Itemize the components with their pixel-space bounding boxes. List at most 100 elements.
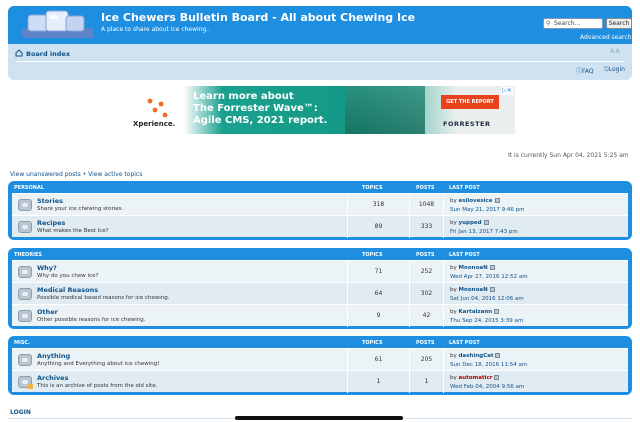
forum-title[interactable]: Other bbox=[37, 308, 58, 316]
breadcrumb-board-index[interactable]: Board index bbox=[26, 50, 70, 58]
ad-brand-left: Xperience. bbox=[133, 120, 176, 128]
by-label: by bbox=[450, 375, 457, 381]
forum-title[interactable]: Archives bbox=[37, 374, 68, 382]
forum-read-icon bbox=[18, 310, 32, 322]
login-link[interactable]: ⎋Login bbox=[604, 66, 625, 74]
username-link[interactable]: MnonoaN bbox=[459, 287, 488, 293]
topics-count: 61 bbox=[347, 349, 409, 371]
forum-category: PERSONAL TOPICS POSTS LAST POST Stories Share… bbox=[8, 181, 632, 240]
search-input[interactable]: ⚲ Search... bbox=[543, 18, 603, 29]
username-link[interactable]: Kartalzann bbox=[459, 309, 493, 315]
ad-brand-right: FORRESTER bbox=[443, 120, 491, 128]
topics-column-header: TOPICS bbox=[362, 252, 383, 258]
forum-row[interactable]: Recipes What makes the Best Ice? 89 333 by y… bbox=[12, 215, 628, 238]
last-post-date: Sun Dec 18, 2016 11:54 am bbox=[450, 362, 528, 368]
forum-description: What makes the Best Ice? bbox=[37, 228, 109, 234]
forum-read-icon bbox=[18, 266, 32, 278]
topics-count: 1 bbox=[347, 371, 409, 393]
forum-read-icon bbox=[18, 288, 32, 300]
search-button[interactable]: Search bbox=[606, 18, 632, 29]
forum-title[interactable]: Why? bbox=[37, 264, 57, 272]
advanced-search-link[interactable]: Advanced search bbox=[580, 34, 631, 41]
search-icon: ⚲ bbox=[546, 20, 551, 27]
view-latest-post-icon[interactable] bbox=[495, 353, 501, 358]
forum-page: Ice Chewers Bulletin Board - All about C… bbox=[0, 0, 640, 422]
topics-count: 9 bbox=[347, 305, 409, 327]
category-title[interactable]: MISC. bbox=[14, 340, 30, 346]
font-size-control[interactable]: A A bbox=[609, 48, 621, 55]
faq-link[interactable]: ⓘFAQ bbox=[576, 66, 594, 75]
forum-row[interactable]: Medical Reasons Possible medical based re… bbox=[12, 282, 628, 305]
posts-count: 205 bbox=[409, 349, 443, 371]
forum-description: This is an archive of posts from the old… bbox=[37, 383, 158, 389]
username-link[interactable]: yupped bbox=[459, 220, 482, 226]
category-title[interactable]: PERSONAL bbox=[14, 185, 44, 191]
forum-category: THEORIES TOPICS POSTS LAST POST Why? Why do y… bbox=[8, 248, 632, 329]
forum-description: Anything and Everything about ice chewin… bbox=[37, 361, 160, 367]
last-post-date: Wed Apr 27, 2016 12:52 am bbox=[450, 274, 528, 280]
view-latest-post-icon[interactable] bbox=[494, 198, 500, 203]
forum-category: MISC. TOPICS POSTS LAST POST Anything Anythin… bbox=[8, 336, 632, 395]
unanswered-posts-link[interactable]: View unanswered posts bbox=[10, 171, 81, 178]
posts-count: 1048 bbox=[409, 194, 443, 216]
home-indicator bbox=[235, 416, 403, 420]
forum-title[interactable]: Recipes bbox=[37, 219, 65, 227]
forum-title[interactable]: Medical Reasons bbox=[37, 286, 98, 294]
last-post-cell: by MnonoaN Wed Apr 27, 2016 12:52 am bbox=[443, 261, 628, 283]
ad-close-icon[interactable]: ▷✕ bbox=[501, 87, 513, 95]
last-post-column-header: LAST POST bbox=[449, 252, 480, 258]
site-title[interactable]: Ice Chewers Bulletin Board - All about C… bbox=[101, 11, 415, 24]
posts-count: 252 bbox=[409, 261, 443, 283]
navbar-divider bbox=[16, 61, 624, 62]
forum-read-icon bbox=[18, 199, 32, 211]
last-post-author: by dashingCat bbox=[450, 353, 501, 359]
login-label: Login bbox=[608, 66, 625, 73]
last-post-date: Fri Jan 13, 2017 7:43 pm bbox=[450, 229, 518, 235]
view-latest-post-icon[interactable] bbox=[494, 309, 500, 314]
footer-login-link[interactable]: LOGIN bbox=[10, 409, 31, 416]
username-link[interactable]: MnonoaN bbox=[459, 265, 488, 271]
view-latest-post-icon[interactable] bbox=[489, 287, 495, 292]
forum-description: Why do you chew ice? bbox=[37, 273, 99, 279]
site-logo-icon[interactable] bbox=[22, 9, 94, 39]
category-header: MISC. TOPICS POSTS LAST POST bbox=[12, 336, 628, 348]
by-label: by bbox=[450, 287, 457, 293]
category-title[interactable]: THEORIES bbox=[14, 252, 42, 258]
site-description: A place to share about ice chewing.. bbox=[101, 26, 211, 33]
username-link[interactable]: esilovesice bbox=[459, 198, 493, 204]
username-link[interactable]: dashingCat bbox=[459, 353, 494, 359]
site-header: Ice Chewers Bulletin Board - All about C… bbox=[8, 6, 632, 44]
username-link[interactable]: automaticr bbox=[459, 375, 493, 381]
view-latest-post-icon[interactable] bbox=[483, 220, 489, 225]
view-latest-post-icon[interactable] bbox=[494, 375, 500, 380]
forum-title[interactable]: Stories bbox=[37, 197, 63, 205]
posts-count: 1 bbox=[409, 371, 443, 393]
last-post-cell: by Kartalzann Thu Sep 24, 2015 3:39 am bbox=[443, 305, 628, 327]
last-post-date: Sun May 21, 2017 9:46 pm bbox=[450, 207, 525, 213]
view-latest-post-icon[interactable] bbox=[489, 265, 495, 270]
forum-row[interactable]: Archives This is an archive of posts from… bbox=[12, 370, 628, 393]
forum-description: Possible medical based reasons for ice c… bbox=[37, 295, 170, 301]
faq-label: FAQ bbox=[582, 68, 594, 75]
posts-column-header: POSTS bbox=[416, 340, 435, 346]
forum-read-icon bbox=[18, 354, 32, 366]
topics-count: 89 bbox=[347, 216, 409, 238]
forum-title[interactable]: Anything bbox=[37, 352, 70, 360]
forum-row[interactable]: Anything Anything and Everything about ic… bbox=[12, 348, 628, 371]
home-icon bbox=[15, 49, 23, 57]
forum-row[interactable]: Stories Share your ice chewing stories. 31… bbox=[12, 193, 628, 216]
navbar: Board index A A ⓘFAQ ⎋Login bbox=[8, 44, 632, 80]
last-post-author: by yupped bbox=[450, 220, 489, 226]
by-label: by bbox=[450, 265, 457, 271]
last-post-date: Wed Feb 04, 2004 9:56 am bbox=[450, 384, 525, 390]
last-post-author: by automaticr bbox=[450, 375, 500, 381]
advertisement-banner[interactable]: Xperience. Learn more about The Forreste… bbox=[125, 86, 515, 134]
ad-cta-button[interactable]: GET THE REPORT bbox=[441, 95, 499, 109]
forum-row[interactable]: Why? Why do you chew ice? 71 252 by MnonoaN W… bbox=[12, 260, 628, 283]
by-label: by bbox=[450, 198, 457, 204]
forum-row[interactable]: Other Other possible reasons for ice chew… bbox=[12, 304, 628, 327]
quick-links: View unanswered posts • View active topi… bbox=[10, 171, 142, 178]
topics-count: 318 bbox=[347, 194, 409, 216]
active-topics-link[interactable]: View active topics bbox=[88, 171, 142, 178]
topics-count: 71 bbox=[347, 261, 409, 283]
